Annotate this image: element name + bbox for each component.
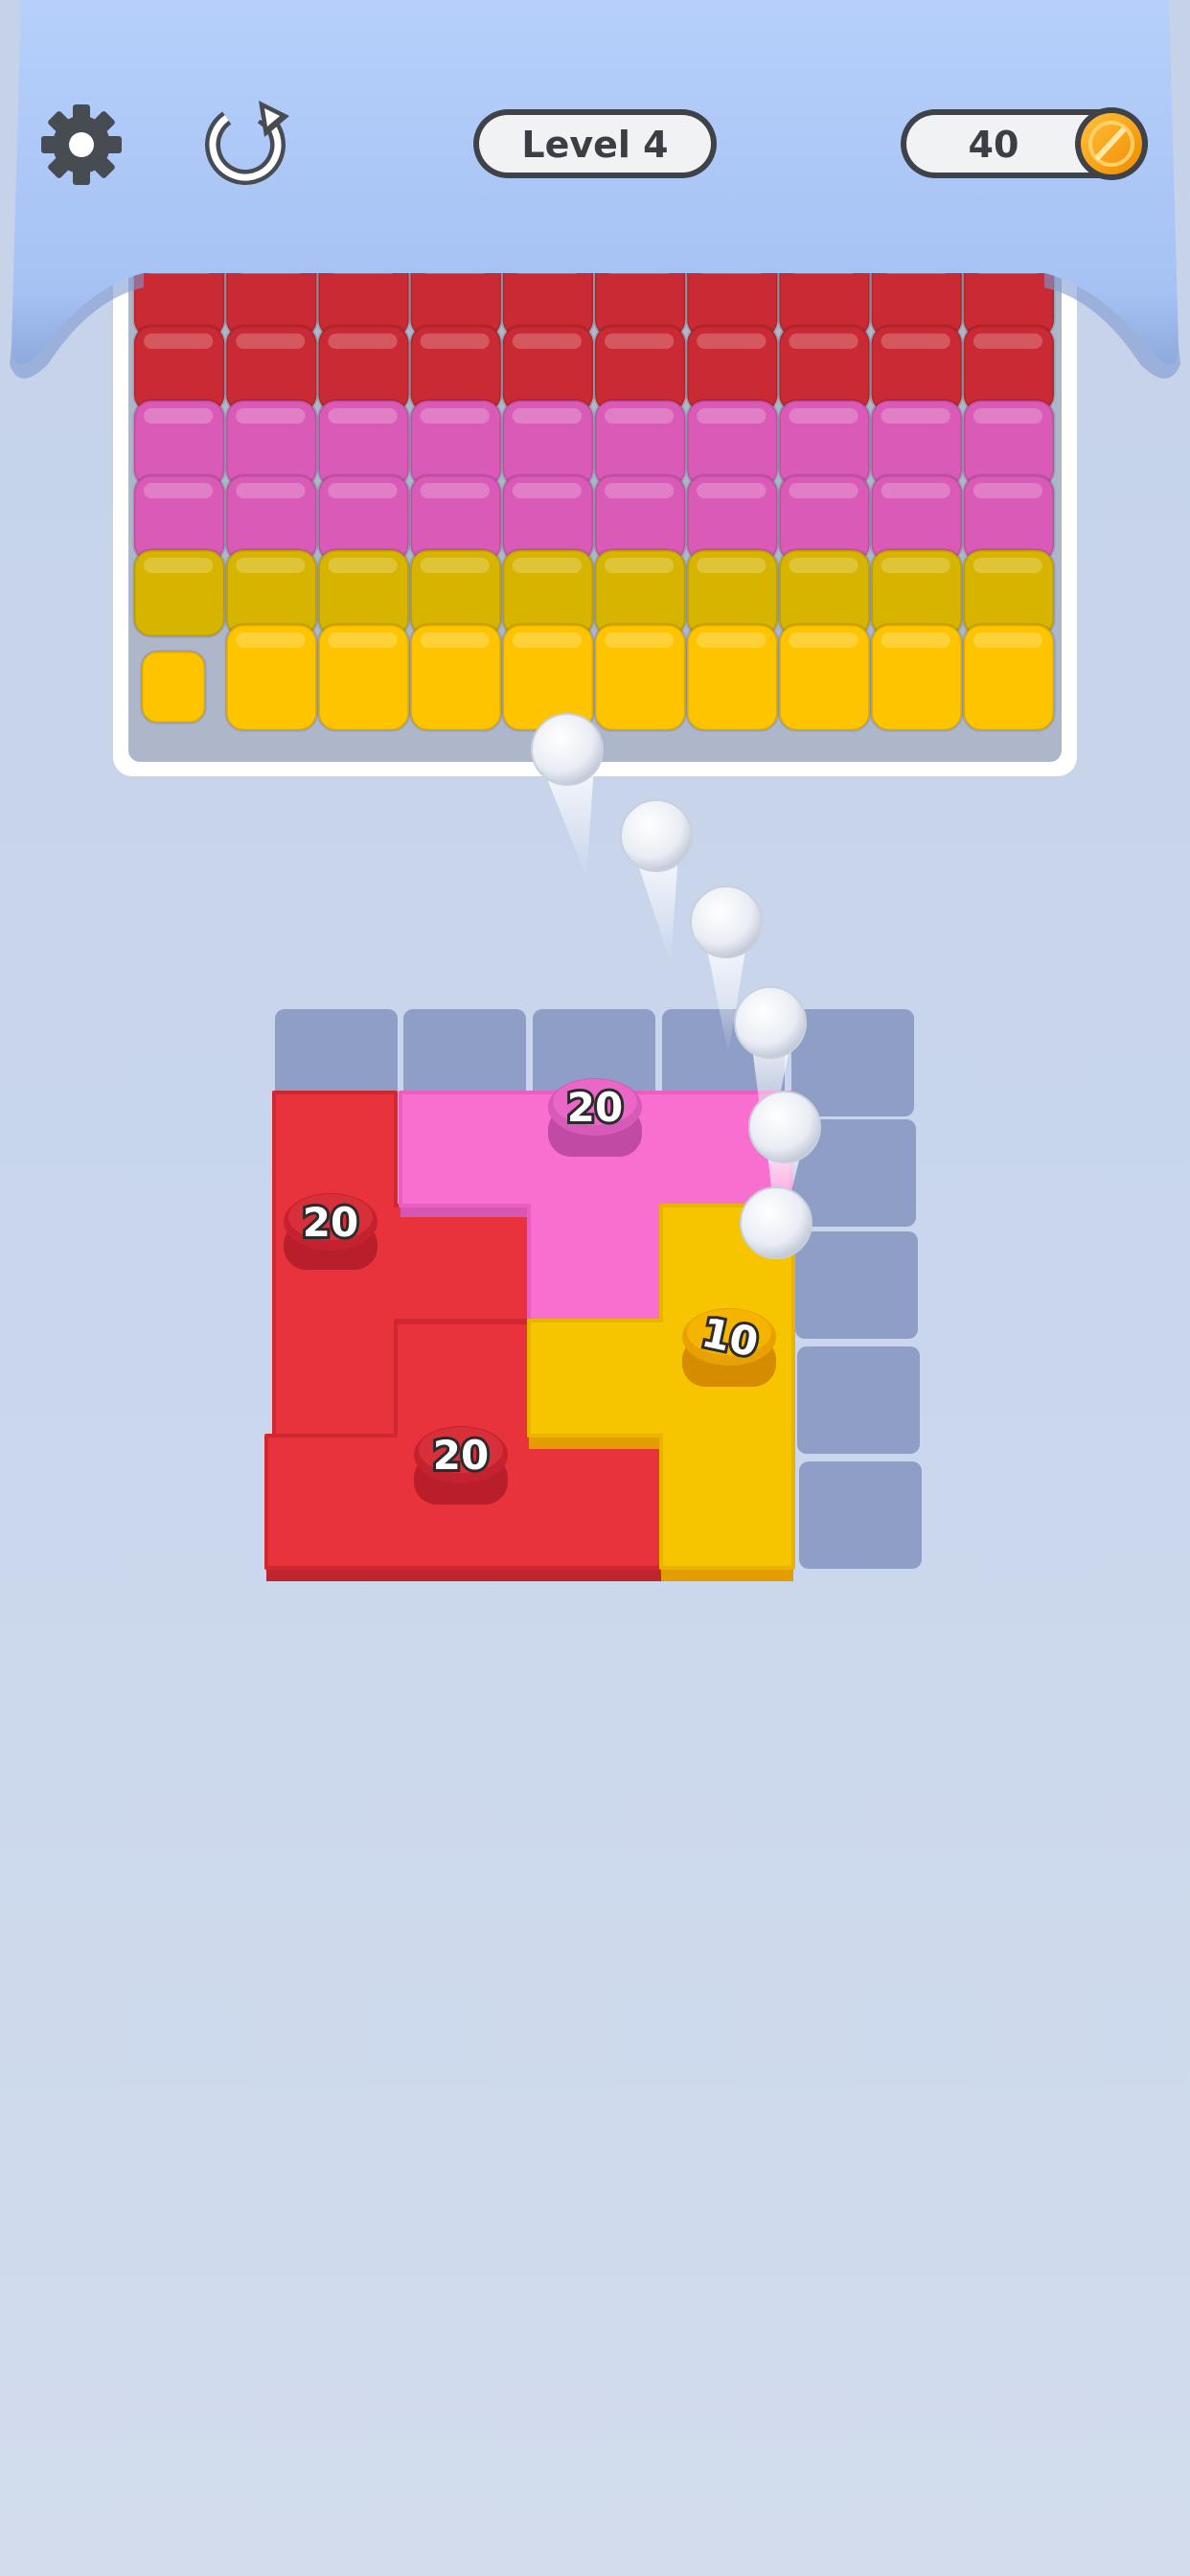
pink-piece-counter: 20	[548, 1078, 642, 1157]
tray-block-highlight	[697, 632, 767, 648]
tray-block-highlight	[512, 558, 582, 573]
ball	[531, 713, 604, 786]
tray-block-highlight	[420, 334, 490, 349]
ball	[620, 799, 693, 872]
grid-cell	[791, 1009, 914, 1116]
tray-block-highlight	[697, 408, 767, 424]
gear-icon	[41, 104, 122, 185]
level-label: Level 4	[521, 124, 668, 166]
tray-block-highlight	[973, 632, 1042, 648]
tray-block	[140, 650, 207, 724]
tray-block-highlight	[512, 632, 582, 648]
tray-block-highlight	[144, 334, 214, 349]
tray-block-highlight	[512, 334, 582, 349]
tray-block-highlight	[144, 483, 214, 498]
tray-block-highlight	[789, 408, 858, 424]
coin-icon	[1075, 107, 1148, 180]
tray-block-highlight	[881, 632, 950, 648]
tray-block-highlight	[328, 483, 398, 498]
yellow-piece-counter: 10	[682, 1306, 776, 1387]
tray-block-highlight	[512, 483, 582, 498]
coin-count: 40	[969, 124, 1019, 166]
pink-piece-count: 20	[567, 1084, 623, 1131]
block-tray	[113, 240, 1077, 776]
tray-blocks	[132, 249, 1056, 732]
tray-block-highlight	[881, 558, 950, 573]
puzzle-board: 20 20 10 20	[264, 1009, 922, 1581]
tray-block-highlight	[328, 558, 398, 573]
settings-button[interactable]	[41, 104, 122, 185]
tray-block-highlight	[144, 558, 214, 573]
red-piece-count: 20	[303, 1199, 358, 1246]
tray-block-highlight	[973, 483, 1042, 498]
tray-block-highlight	[789, 632, 858, 648]
tray-block-highlight	[420, 558, 490, 573]
tray-block-highlight	[881, 334, 950, 349]
tray-block-highlight	[881, 408, 950, 424]
tray-block-highlight	[789, 334, 858, 349]
tray-block-highlight	[328, 408, 398, 424]
level-pill: Level 4	[473, 109, 717, 178]
red-piece-bottom-counter: 20	[414, 1426, 508, 1505]
tray-block-highlight	[881, 483, 950, 498]
grid-cell	[799, 1461, 922, 1569]
tray-block-highlight	[605, 334, 675, 349]
tray-block-highlight	[236, 558, 306, 573]
tray-block-highlight	[236, 408, 306, 424]
tray-block-highlight	[236, 483, 306, 498]
game-scene: Level 4 40 20 20 10 20	[10, 0, 1180, 1581]
red-piece-bottom-count: 20	[433, 1432, 489, 1479]
tray-block-highlight	[789, 558, 858, 573]
tray-block-highlight	[973, 334, 1042, 349]
tray-block-highlight	[789, 483, 858, 498]
tray-block-highlight	[328, 632, 398, 648]
tray-block-highlight	[420, 632, 490, 648]
grid-cell	[795, 1231, 918, 1339]
tray-block-highlight	[605, 558, 675, 573]
tray-block-highlight	[512, 408, 582, 424]
ball	[690, 886, 763, 958]
grid-cell	[797, 1346, 920, 1454]
tray-block-highlight	[420, 483, 490, 498]
tray-block-highlight	[605, 408, 675, 424]
tray-block-highlight	[236, 632, 306, 648]
tray-block-highlight	[697, 558, 767, 573]
tray-block-highlight	[697, 483, 767, 498]
tray-block-highlight	[697, 334, 767, 349]
tray-block-highlight	[973, 408, 1042, 424]
ball	[734, 986, 807, 1059]
tray-block-highlight	[605, 632, 675, 648]
ball	[740, 1186, 812, 1259]
tray-block-highlight	[236, 334, 306, 349]
tray-block-highlight	[420, 408, 490, 424]
tray-block-highlight	[328, 334, 398, 349]
coin-counter: 40	[901, 107, 1148, 180]
ball	[748, 1091, 821, 1163]
red-piece-counter: 20	[284, 1193, 378, 1270]
tray-block-highlight	[973, 558, 1042, 573]
tray-block-highlight	[605, 483, 675, 498]
tray-block-highlight	[144, 408, 214, 424]
